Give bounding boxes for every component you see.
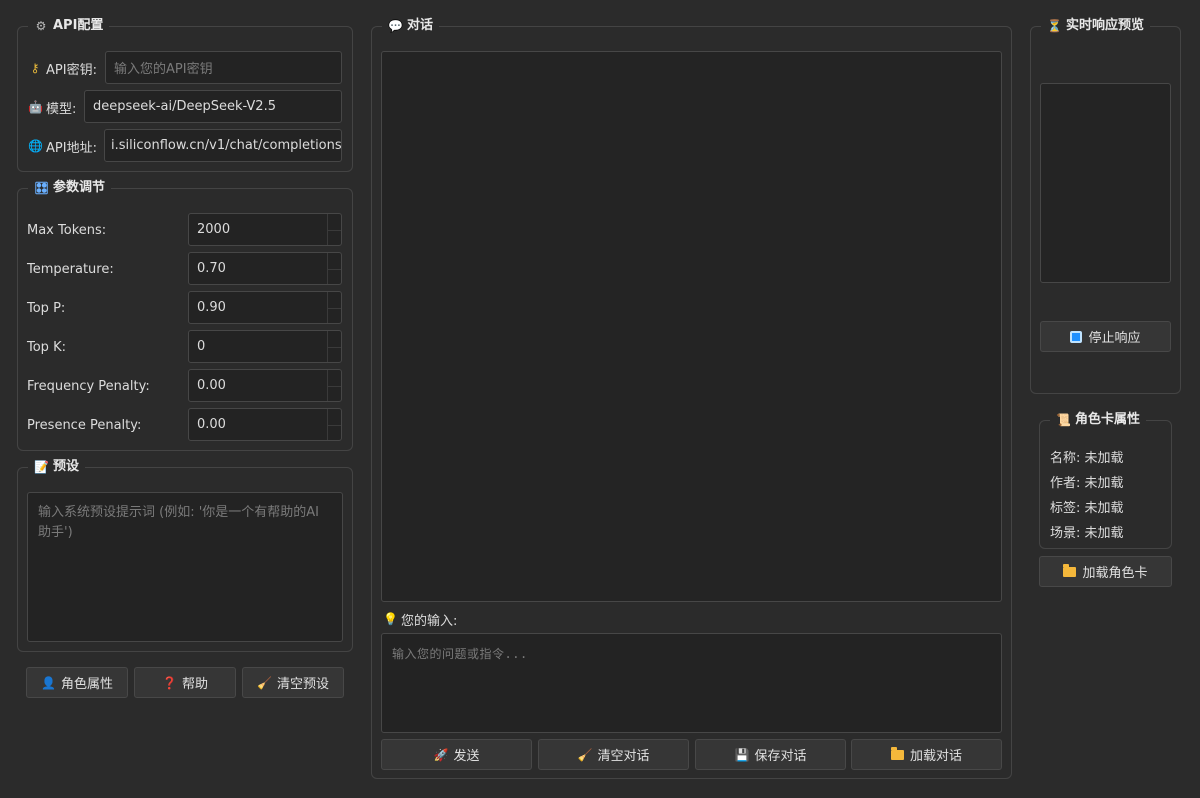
- broom-icon: 🧹: [256, 675, 272, 690]
- chat-history-area[interactable]: [381, 51, 1002, 602]
- lightbulb-icon: 💡: [383, 612, 398, 626]
- scroll-icon: 📜: [1056, 413, 1071, 427]
- spin-arrows[interactable]: [327, 253, 341, 284]
- max-tokens-label: Max Tokens:: [27, 222, 107, 238]
- key-icon: ⚷: [30, 61, 40, 75]
- floppy-disk-icon: 💾: [734, 747, 750, 762]
- max-tokens-spinbox[interactable]: 2000: [188, 213, 342, 246]
- broom-icon: 🧹: [577, 747, 593, 762]
- api-key-label: ⚷ API密钥:: [28, 58, 97, 78]
- card-author: 作者: 未加载: [1050, 476, 1124, 491]
- preset-textarea[interactable]: 输入系统预设提示词 (例如: '你是一个有帮助的AI助手'): [27, 492, 343, 642]
- model-label: 🤖 模型:: [28, 100, 77, 117]
- role-attributes-button[interactable]: 👤 角色属性: [26, 667, 128, 698]
- stop-response-button[interactable]: 停止响应: [1040, 321, 1171, 352]
- clear-chat-button[interactable]: 🧹 清空对话: [538, 739, 689, 770]
- question-icon: ❓: [161, 675, 177, 690]
- preview-title: 实时响应预览: [1066, 18, 1145, 33]
- clear-preset-button[interactable]: 🧹 清空预设: [242, 667, 344, 698]
- api-config-title: API配置: [53, 18, 104, 33]
- load-chat-button[interactable]: 加载对话: [851, 739, 1002, 770]
- send-button[interactable]: 🚀 发送: [381, 739, 532, 770]
- globe-icon: 🌐: [28, 139, 43, 153]
- params-title: 参数调节: [53, 180, 106, 195]
- save-chat-button[interactable]: 💾 保存对话: [695, 739, 846, 770]
- folder-icon: [890, 746, 904, 760]
- chat-input[interactable]: 输入您的问题或指令...: [381, 633, 1002, 733]
- help-button[interactable]: ❓ 帮助: [134, 667, 236, 698]
- presence-penalty-label: Presence Penalty:: [27, 417, 142, 433]
- stop-icon: [1070, 330, 1083, 343]
- api-url-input[interactable]: i.siliconflow.cn/v1/chat/completions: [104, 129, 342, 162]
- card-name: 名称: 未加载: [1050, 451, 1124, 466]
- gear-icon: ⚙: [35, 19, 47, 33]
- character-card-title: 角色卡属性: [1075, 412, 1141, 427]
- frequency-penalty-label: Frequency Penalty:: [27, 378, 150, 394]
- card-scene: 场景: 未加载: [1050, 526, 1124, 541]
- temperature-label: Temperature:: [27, 261, 114, 277]
- preview-area[interactable]: [1040, 83, 1171, 283]
- sliders-icon: 🎛: [34, 181, 50, 195]
- speech-bubble-icon: 💬: [388, 19, 403, 33]
- model-input[interactable]: deepseek-ai/DeepSeek-V2.5: [84, 90, 342, 123]
- api-key-input[interactable]: 输入您的API密钥: [105, 51, 342, 84]
- top-k-spinbox[interactable]: 0: [188, 330, 342, 363]
- spin-arrows[interactable]: [327, 370, 341, 401]
- frequency-penalty-spinbox[interactable]: 0.00: [188, 369, 342, 402]
- spin-arrows[interactable]: [327, 331, 341, 362]
- chat-title: 对话: [407, 18, 434, 33]
- robot-icon: 🤖: [28, 100, 43, 114]
- top-k-label: Top K:: [27, 339, 66, 355]
- temperature-spinbox[interactable]: 0.70: [188, 252, 342, 285]
- folder-icon: [1063, 563, 1077, 577]
- top-p-spinbox[interactable]: 0.90: [188, 291, 342, 324]
- top-p-label: Top P:: [27, 300, 66, 316]
- hourglass-icon: ⏳: [1047, 19, 1062, 33]
- person-icon: 👤: [40, 675, 56, 690]
- memo-icon: 📝: [34, 460, 49, 474]
- rocket-icon: 🚀: [433, 747, 449, 762]
- spin-arrows[interactable]: [327, 214, 341, 245]
- presence-penalty-spinbox[interactable]: 0.00: [188, 408, 342, 441]
- spin-arrows[interactable]: [327, 292, 341, 323]
- api-url-label: 🌐 API地址:: [28, 139, 97, 156]
- load-character-card-button[interactable]: 加载角色卡: [1039, 556, 1172, 587]
- input-label: 💡 您的输入:: [383, 612, 458, 629]
- character-card-group: 📜 角色卡属性 名称: 未加载 作者: 未加载 标签: 未加载 场景: 未加载: [1039, 411, 1172, 549]
- card-tags: 标签: 未加载: [1050, 501, 1124, 516]
- spin-arrows[interactable]: [327, 409, 341, 440]
- preset-title: 预设: [53, 459, 80, 474]
